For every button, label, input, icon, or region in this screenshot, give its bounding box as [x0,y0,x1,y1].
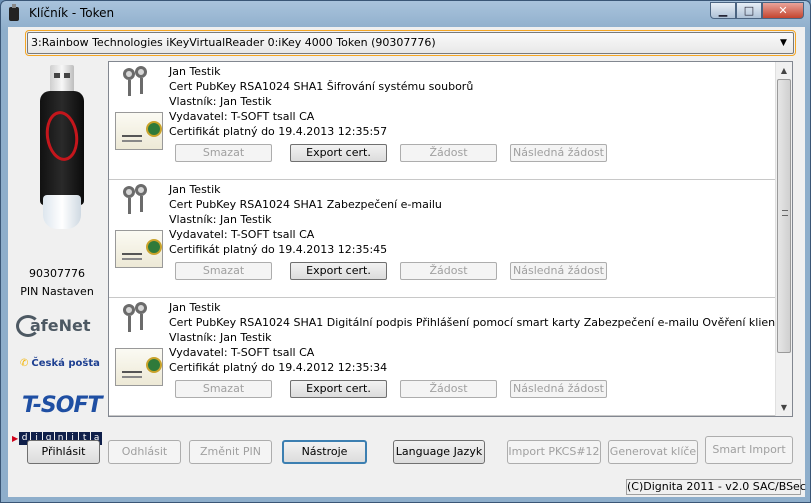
keys-icon [121,184,155,218]
smart-import-button[interactable]: Smart Import [705,436,793,464]
vertical-scrollbar[interactable]: ▲ ▼ [775,62,792,416]
certificate-icon [115,112,163,150]
delete-button[interactable]: Smazat [175,144,272,162]
export-cert-button[interactable]: Export cert. [290,262,387,280]
close-button[interactable]: ✕ [762,2,804,19]
certificate-validity: Certifikát platný do 19.4.2013 12:35:45 [169,243,388,256]
certificate-details: Jan Testik Cert PubKey RSA1024 SHA1 Zabe… [169,182,442,257]
safenet-logo-text: afeNet [30,316,91,335]
pin-state: PIN Nastaven [20,285,94,298]
language-button[interactable]: Language Jazyk [393,440,485,464]
token-serial: 90307776 [29,267,85,280]
token-cap [43,195,81,229]
safenet-logo: afeNet [16,313,102,339]
request-button[interactable]: Žádost [400,262,497,280]
certificate-icon [115,230,163,268]
certificate-owner: Jan Testik [169,301,221,314]
post-horn-icon: ✆ [20,358,29,369]
certificate-details: Jan Testik Cert PubKey RSA1024 SHA1 Šifr… [169,64,473,139]
followup-request-button[interactable]: Následná žádost [510,380,607,398]
chevron-down-icon[interactable]: ▼ [775,34,792,52]
certificate-subject: Vlastník: Jan Testik [169,213,272,226]
certificate-issuer: Vydavatel: T-SOFT tsall CA [169,110,315,123]
certificate-owner: Jan Testik [169,183,221,196]
certificate-subject: Vlastník: Jan Testik [169,95,272,108]
usb-token-icon [9,4,19,21]
tsoft-logo: T-SOFT [22,393,102,418]
certificate-validity: Certifikát platný do 19.4.2012 12:35:34 [169,361,388,374]
export-cert-button[interactable]: Export cert. [290,144,387,162]
ceska-posta-logo: ✆ Česká pošta [20,358,100,369]
certificate-subject: Vlastník: Jan Testik [169,331,272,344]
client-area: 3:Rainbow Technologies iKeyVirtualReader… [8,27,806,497]
certificate-type: Cert PubKey RSA1024 SHA1 Zabezpečení e-m… [169,198,442,211]
title-bar[interactable]: Klíčník - Token ▁ □ ✕ [1,1,810,27]
certificate-validity: Certifikát platný do 19.4.2013 12:35:57 [169,125,388,138]
scroll-thumb[interactable] [777,79,791,353]
app-window: Klíčník - Token ▁ □ ✕ 3:Rainbow Technolo… [0,0,811,503]
certificate-issuer: Vydavatel: T-SOFT tsall CA [169,228,315,241]
login-button[interactable]: Přihlásit [27,440,100,464]
logout-button[interactable]: Odhlásit [108,440,181,464]
certificate-icon [115,348,163,386]
reader-select-value: 3:Rainbow Technologies iKeyVirtualReader… [31,36,436,49]
certificate-item: Jan Testik Cert PubKey RSA1024 SHA1 Zabe… [109,180,775,298]
certificate-item: Jan Testik Cert PubKey RSA1024 SHA1 Šifr… [109,62,775,180]
window-controls: ▁ □ ✕ [710,2,804,19]
certificate-list[interactable]: Jan Testik Cert PubKey RSA1024 SHA1 Šifr… [108,61,793,417]
keys-icon [121,66,155,100]
usb-connector [50,65,74,93]
certificate-type: Cert PubKey RSA1024 SHA1 Šifrování systé… [169,80,474,93]
followup-request-button[interactable]: Následná žádost [510,144,607,162]
certificate-issuer: Vydavatel: T-SOFT tsall CA [169,346,315,359]
delete-button[interactable]: Smazat [175,262,272,280]
certificate-type: Cert PubKey RSA1024 SHA1 Digitální podpi… [169,316,787,329]
status-bar: (C)Dignita 2011 - v2.0 SAC/BSec [626,479,806,495]
request-button[interactable]: Žádost [400,144,497,162]
grip-icon [782,210,788,216]
delete-button[interactable]: Smazat [175,380,272,398]
certificate-owner: Jan Testik [169,65,221,78]
scroll-up-icon[interactable]: ▲ [776,62,792,79]
dignita-arrow-icon: ▶ [12,434,19,443]
keys-icon [121,302,155,336]
reader-select[interactable]: 3:Rainbow Technologies iKeyVirtualReader… [25,30,796,56]
usb-token-image [40,65,84,230]
certificate-details: Jan Testik Cert PubKey RSA1024 SHA1 Digi… [169,300,786,375]
token-panel: 90307776 PIN Nastaven afeNet ✆ Česká pošt… [8,61,106,445]
change-pin-button[interactable]: Změnit PIN [189,440,272,464]
maximize-button[interactable]: □ [736,2,762,19]
minimize-button[interactable]: ▁ [710,2,736,19]
export-cert-button[interactable]: Export cert. [290,380,387,398]
window-title: Klíčník - Token [29,6,115,20]
tools-button[interactable]: Nástroje [282,440,367,464]
generate-keys-button[interactable]: Generovat klíče [608,440,698,464]
followup-request-button[interactable]: Následná žádost [510,262,607,280]
posta-logo-text: Česká pošta [31,358,100,369]
import-pkcs12-button[interactable]: Import PKCS#12 [507,440,601,464]
scroll-down-icon[interactable]: ▼ [776,399,792,416]
certificate-item: Jan Testik Cert PubKey RSA1024 SHA1 Digi… [109,298,786,416]
request-button[interactable]: Žádost [400,380,497,398]
